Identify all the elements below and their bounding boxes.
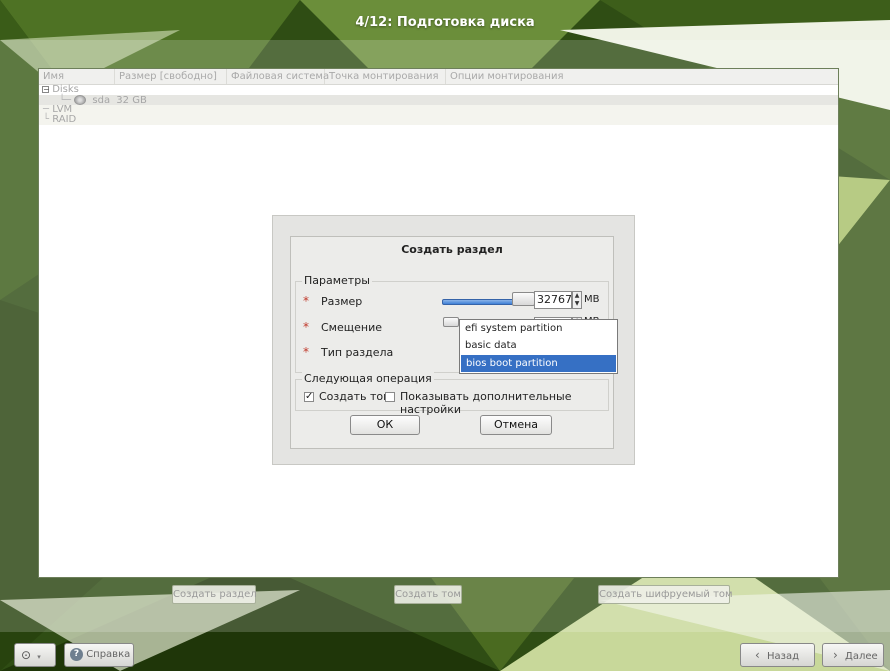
help-label: Справка	[86, 649, 131, 660]
partition-tree: − Disks └─ sda 32 GB ─ LVM └ RAID	[39, 85, 838, 125]
next-label: Далее	[845, 651, 878, 662]
cancel-button[interactable]: Отмена	[480, 415, 552, 435]
offset-label: Смещение	[321, 321, 382, 334]
required-mark: *	[303, 294, 309, 308]
help-button[interactable]: ? Справка	[64, 643, 134, 667]
chevron-left-icon: ‹	[755, 648, 760, 662]
create-volume-label[interactable]: Создать том	[319, 390, 391, 403]
size-spin-buttons[interactable]: ▲ ▼	[572, 291, 582, 309]
menu-button[interactable]: ⊙ ▾	[14, 643, 56, 667]
partition-type-option[interactable]: efi system partition	[460, 320, 617, 337]
power-icon: ⊙	[21, 648, 32, 662]
create-volume-checkbox[interactable]: ✓	[304, 392, 314, 402]
help-icon: ?	[70, 647, 83, 661]
back-button[interactable]: ‹ Назад	[740, 643, 815, 667]
size-label: Размер	[321, 295, 363, 308]
dialog-title: Создать раздел	[401, 243, 503, 256]
size-unit: MB	[584, 294, 600, 305]
tree-label-disks: Disks	[52, 84, 79, 95]
partition-type-option[interactable]: basic data	[460, 337, 617, 354]
tree-label-raid: RAID	[52, 114, 77, 125]
tree-row-disks[interactable]: − Disks	[39, 85, 838, 95]
column-header-size[interactable]: Размер [свободно]	[115, 69, 227, 84]
tree-branch-line: └	[43, 114, 50, 125]
size-slider-handle[interactable]	[512, 292, 535, 306]
dropdown-arrow-icon: ▾	[37, 653, 41, 661]
window-title: 4/12: Подготовка диска	[355, 15, 535, 30]
required-mark: *	[303, 320, 309, 334]
column-header-mountpoint[interactable]: Точка монтирования	[325, 69, 446, 84]
collapse-icon[interactable]: −	[42, 85, 50, 93]
next-operation-label: Следующая операция	[302, 372, 434, 385]
back-label: Назад	[767, 651, 800, 662]
create-volume-button[interactable]: Создать том	[394, 585, 462, 604]
column-header-name[interactable]: Имя	[39, 69, 115, 84]
params-group-label: Параметры	[302, 274, 372, 287]
dialog-backdrop: Создать раздел Параметры * Размер 32767 …	[272, 215, 635, 465]
required-mark: *	[303, 345, 309, 359]
partition-type-dropdown-list[interactable]: efi system partition basic data bios boo…	[459, 319, 618, 374]
next-button[interactable]: › Далее	[822, 643, 884, 667]
tree-row-raid[interactable]: └ RAID	[39, 115, 838, 125]
partition-type-label: Тип раздела	[321, 346, 394, 359]
table-header: Имя Размер [свободно] Файловая система Т…	[39, 69, 838, 85]
chevron-right-icon: ›	[833, 648, 838, 662]
show-advanced-checkbox[interactable]	[385, 392, 395, 402]
tree-row-lvm[interactable]: ─ LVM	[39, 105, 838, 115]
create-encrypted-volume-button[interactable]: Создать шифруемый том	[598, 585, 733, 604]
ok-button[interactable]: ОК	[350, 415, 420, 435]
tree-label-sda-size: 32 GB	[116, 95, 147, 106]
partition-type-option-selected[interactable]: bios boot partition	[461, 355, 616, 372]
show-advanced-label[interactable]: Показывать дополнительные настройки	[400, 390, 613, 416]
disk-icon	[74, 95, 87, 105]
tree-row-sda[interactable]: └─ sda 32 GB	[39, 95, 838, 106]
create-partition-dialog: Создать раздел Параметры * Размер 32767 …	[290, 236, 618, 449]
column-header-filesystem[interactable]: Файловая система	[227, 69, 329, 84]
size-spinbox[interactable]: 32767	[534, 291, 572, 309]
tree-label-sda: sda	[92, 95, 111, 106]
column-header-mount-options[interactable]: Опции монтирования	[446, 69, 838, 84]
offset-slider-handle[interactable]	[443, 317, 459, 327]
create-partition-button[interactable]: Создать раздел	[172, 585, 257, 604]
